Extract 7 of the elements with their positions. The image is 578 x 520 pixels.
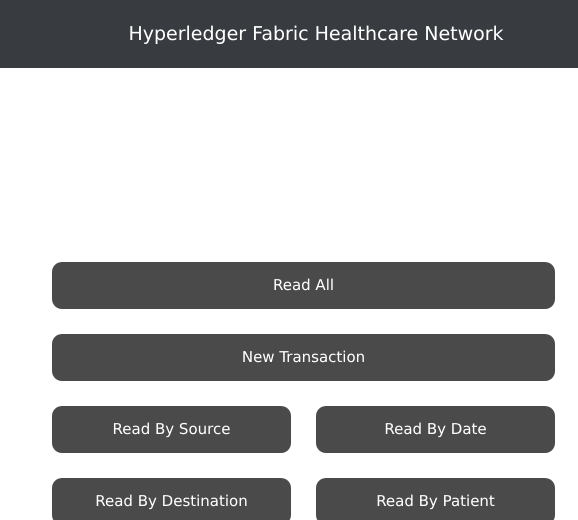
action-button[interactable]: Read By Destination bbox=[52, 478, 291, 520]
app-title: Hyperledger Fabric Healthcare Network bbox=[128, 22, 504, 47]
action-button[interactable]: Read By Date bbox=[316, 406, 555, 453]
action-button[interactable]: Read By Source bbox=[52, 406, 291, 453]
action-button[interactable]: New Transaction bbox=[52, 334, 555, 381]
action-button[interactable]: Read All bbox=[52, 262, 555, 309]
action-button[interactable]: Read By Patient bbox=[316, 478, 555, 520]
